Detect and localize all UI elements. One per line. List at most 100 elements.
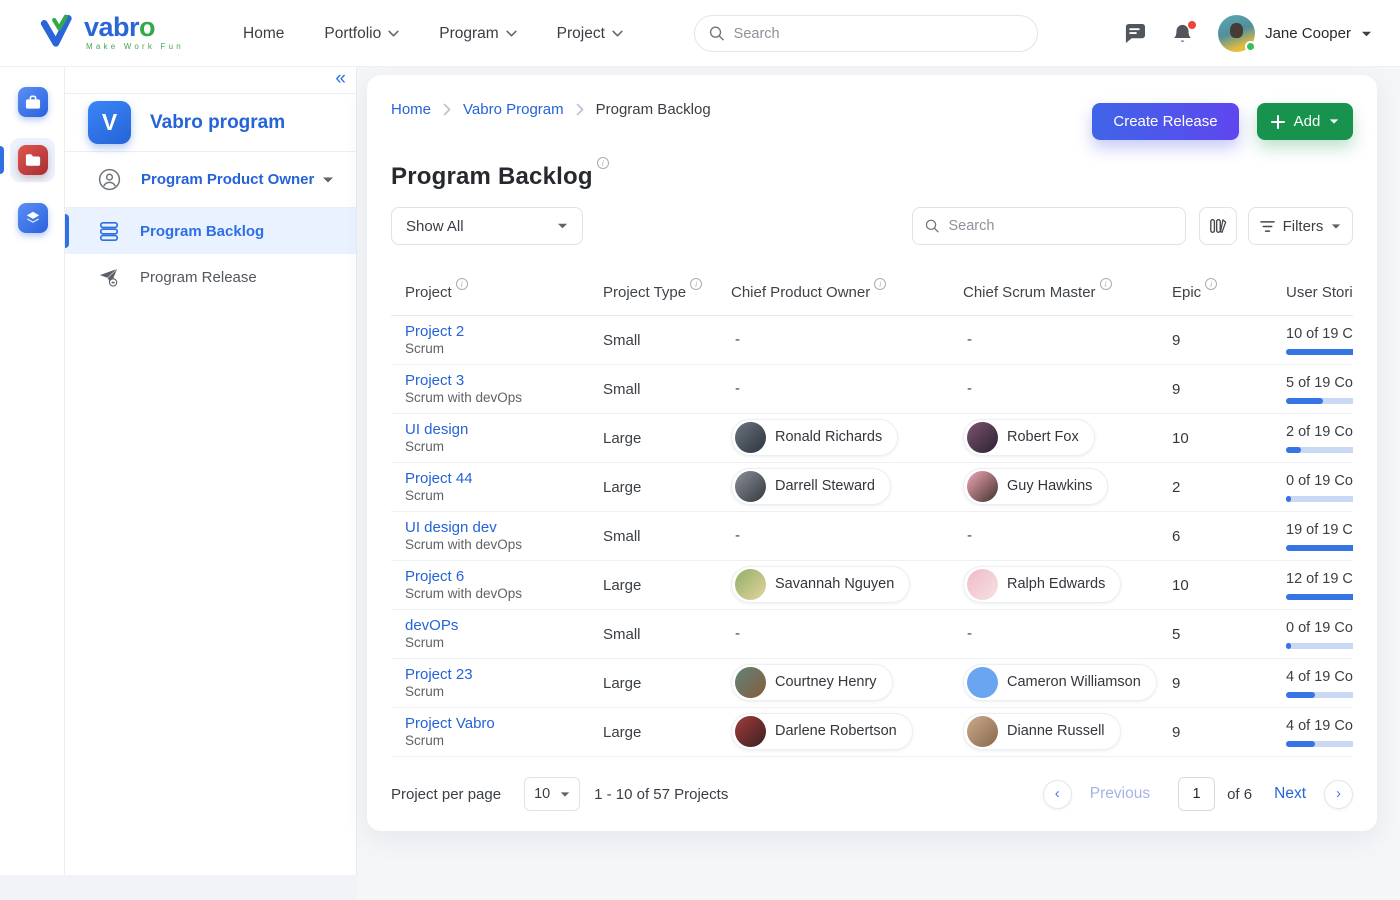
add-button[interactable]: Add (1257, 103, 1353, 140)
chief-product-owner-empty: - (731, 380, 740, 397)
user-stories-label: 19 of 19 Completed (1286, 522, 1353, 538)
prev-page-circle-button[interactable]: ‹ (1043, 780, 1072, 809)
table-row[interactable]: devOPs Scrum Small - - 5 0 of 19 Complet… (391, 610, 1353, 659)
chief-scrum-master-empty: - (963, 380, 972, 397)
chief-scrum-master-pill[interactable]: Dianne Russell (963, 713, 1121, 750)
col-header-chief-scrum-master: Chief Scrum Masteri (963, 284, 1172, 301)
table-row[interactable]: UI design Scrum Large Ronald Richards Ro… (391, 414, 1353, 463)
info-icon: i (1205, 278, 1217, 290)
notifications-icon[interactable] (1170, 22, 1194, 46)
release-icon (98, 267, 120, 287)
rail-item-layers[interactable] (0, 196, 65, 240)
chief-product-owner-pill[interactable]: Courtney Henry (731, 664, 893, 701)
sidebar-item-program-release[interactable]: Program Release (65, 254, 356, 300)
chief-scrum-master-cell: Guy Hawkins (963, 468, 1172, 507)
brand-tagline: Make Work Fun (86, 43, 184, 51)
avatar (735, 422, 766, 453)
chevron-right-icon (576, 103, 584, 116)
chevron-down-icon (612, 30, 623, 37)
plus-icon (1271, 115, 1285, 129)
brand-name: vabro (84, 14, 184, 41)
search-input[interactable] (734, 26, 1023, 42)
program-header: V Vabro program (65, 94, 356, 152)
table-header-row: Projecti Project Typei Chief Product Own… (391, 270, 1353, 316)
chief-scrum-master-pill[interactable]: Robert Fox (963, 419, 1095, 456)
epic-count: 10 (1172, 577, 1286, 594)
column-settings-button[interactable] (1199, 207, 1237, 245)
chief-scrum-master-cell: - (963, 625, 1172, 643)
chief-product-owner-pill[interactable]: Darrell Steward (731, 468, 891, 505)
project-size: Large (603, 724, 731, 741)
messages-icon[interactable] (1122, 22, 1146, 46)
breadcrumb-vabro-program[interactable]: Vabro Program (463, 101, 564, 118)
table-row[interactable]: Project 2 Scrum Small - - 9 10 of 19 Com… (391, 316, 1353, 365)
epic-count: 9 (1172, 332, 1286, 349)
collapse-sidebar-button[interactable]: « (335, 69, 344, 88)
show-all-select[interactable]: Show All (391, 207, 583, 245)
project-link[interactable]: Project 3 (405, 372, 603, 390)
person-name: Robert Fox (1007, 429, 1079, 445)
table-row[interactable]: Project 23 Scrum Large Courtney Henry Ca… (391, 659, 1353, 708)
user-stories-cell: 2 of 19 Completed (1286, 424, 1353, 453)
program-title: Vabro program (150, 112, 285, 134)
create-release-button[interactable]: Create Release (1092, 103, 1239, 140)
filters-button[interactable]: Filters (1248, 207, 1353, 245)
info-icon: i (690, 278, 702, 290)
next-button[interactable]: Next (1274, 785, 1306, 803)
project-link[interactable]: Project 2 (405, 323, 603, 341)
table-row[interactable]: Project 3 Scrum with devOps Small - - 9 … (391, 365, 1353, 414)
next-page-circle-button[interactable]: › (1324, 780, 1353, 809)
project-methodology: Scrum (405, 341, 603, 358)
breadcrumb-home[interactable]: Home (391, 101, 431, 118)
person-name: Ronald Richards (775, 429, 882, 445)
previous-button[interactable]: Previous (1090, 785, 1150, 803)
project-link[interactable]: Project Vabro (405, 715, 603, 733)
nav-item-portfolio[interactable]: Portfolio (324, 25, 399, 43)
progress-bar (1286, 643, 1353, 649)
nav-item-home[interactable]: Home (243, 25, 284, 43)
table-row[interactable]: Project 6 Scrum with devOps Large Savann… (391, 561, 1353, 610)
user-stories-label: 10 of 19 Completed (1286, 326, 1353, 342)
online-status-dot (1245, 41, 1256, 52)
epic-count: 9 (1172, 675, 1286, 692)
per-page-select[interactable]: 10 (524, 777, 580, 811)
chief-product-owner-pill[interactable]: Ronald Richards (731, 419, 898, 456)
user-stories-cell: 0 of 19 Completed (1286, 473, 1353, 502)
chief-scrum-master-pill[interactable]: Cameron Williamson (963, 664, 1157, 701)
table-row[interactable]: Project Vabro Scrum Large Darlene Robert… (391, 708, 1353, 757)
nav-item-program[interactable]: Program (439, 25, 516, 43)
project-link[interactable]: devOPs (405, 617, 603, 635)
project-link[interactable]: UI design (405, 421, 603, 439)
chief-scrum-master-pill[interactable]: Ralph Edwards (963, 566, 1121, 603)
project-link[interactable]: Project 44 (405, 470, 603, 488)
project-link[interactable]: Project 23 (405, 666, 603, 684)
table-row[interactable]: UI design dev Scrum with devOps Small - … (391, 512, 1353, 561)
chief-scrum-master-cell: Dianne Russell (963, 713, 1172, 752)
role-selector[interactable]: Program Product Owner (65, 152, 356, 208)
chief-product-owner-pill[interactable]: Darlene Robertson (731, 713, 913, 750)
rail-item-portfolio[interactable] (0, 80, 65, 124)
project-link[interactable]: Project 6 (405, 568, 603, 586)
user-menu[interactable]: Jane Cooper (1218, 15, 1372, 52)
search-icon (709, 25, 725, 42)
brand-logo[interactable]: vabro Make Work Fun (40, 11, 184, 54)
rail-item-projects-active[interactable] (0, 138, 65, 182)
global-search (694, 15, 1038, 52)
col-header-project: Projecti (391, 284, 603, 301)
table-search-input[interactable] (948, 218, 1173, 234)
sidebar-item-label: Program Backlog (140, 223, 264, 240)
page-input[interactable] (1178, 777, 1215, 811)
chief-scrum-master-cell: Ralph Edwards (963, 566, 1172, 605)
sidebar-item-program-backlog[interactable]: Program Backlog (65, 208, 356, 254)
nav-item-project[interactable]: Project (557, 25, 623, 43)
table-search (912, 207, 1186, 245)
chief-scrum-master-pill[interactable]: Guy Hawkins (963, 468, 1108, 505)
user-stories-cell: 4 of 19 Completed (1286, 669, 1353, 698)
table-row[interactable]: Project 44 Scrum Large Darrell Steward G… (391, 463, 1353, 512)
chief-product-owner-pill[interactable]: Savannah Nguyen (731, 566, 910, 603)
chief-scrum-master-cell: - (963, 331, 1172, 349)
filter-icon (1260, 220, 1275, 233)
user-stories-cell: 0 of 19 Completed (1286, 620, 1353, 649)
backlog-icon (98, 221, 120, 242)
project-link[interactable]: UI design dev (405, 519, 603, 537)
